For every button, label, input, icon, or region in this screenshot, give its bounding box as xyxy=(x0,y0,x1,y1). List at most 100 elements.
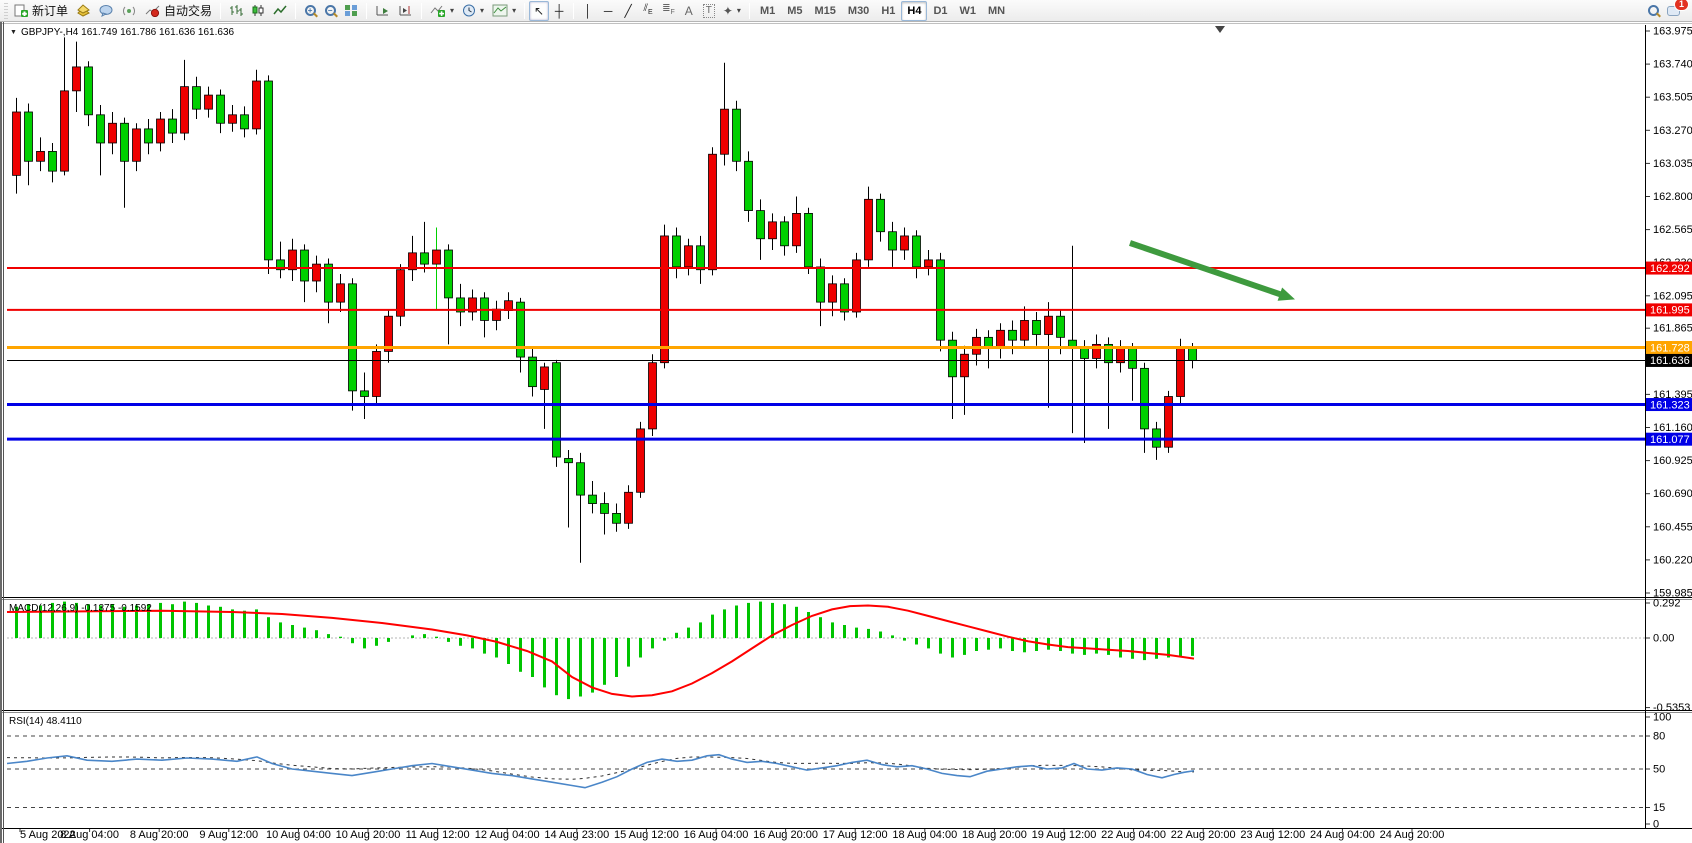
bar-chart-button[interactable] xyxy=(225,1,247,21)
dropdown-arrow-icon: ▾ xyxy=(512,6,516,15)
candle-bear xyxy=(49,151,57,171)
zoom-in-button[interactable]: + xyxy=(300,1,320,21)
time-tick: 19 Aug 12:00 xyxy=(1032,829,1097,841)
cursor-button[interactable]: ↖ xyxy=(529,1,549,21)
candle-bear xyxy=(745,161,753,210)
candle-bull xyxy=(181,87,189,133)
candle-bull xyxy=(1021,320,1029,340)
candle-bull xyxy=(769,222,777,239)
new-order-icon xyxy=(14,4,29,18)
timeframe-h4[interactable]: H4 xyxy=(901,1,927,21)
candlestick-chart-button[interactable] xyxy=(247,1,269,21)
signals-button[interactable] xyxy=(118,1,141,21)
candle-bear xyxy=(937,260,945,340)
notifications-button[interactable]: 1 xyxy=(1663,1,1684,21)
candle-bear xyxy=(781,222,789,246)
zoom-in-icon: + xyxy=(305,5,316,16)
price-tick: 163.270 xyxy=(1653,125,1692,137)
horizontal-line-icon: ─ xyxy=(604,5,613,17)
timeframe-m30[interactable]: M30 xyxy=(842,1,875,21)
toolbar-separator xyxy=(524,3,525,19)
price-tick: 162.565 xyxy=(1653,224,1692,236)
symbol-dropdown-icon[interactable]: ▼ xyxy=(10,29,17,36)
candle-bear xyxy=(25,112,33,161)
price-tick: 160.925 xyxy=(1653,455,1692,467)
vertical-line-button[interactable]: │ xyxy=(578,1,598,21)
candle-bear xyxy=(169,119,177,133)
toolbar-separator xyxy=(421,3,422,19)
indicators-button[interactable]: ▾ xyxy=(426,1,458,21)
candle-bear xyxy=(949,340,957,377)
horizontal-line-button[interactable]: ─ xyxy=(598,1,618,21)
candle-bear xyxy=(421,253,429,264)
horizontal-lines xyxy=(7,268,1645,439)
crosshair-button[interactable]: ┼ xyxy=(549,1,569,21)
timeframe-w1[interactable]: W1 xyxy=(954,1,983,21)
search-icon xyxy=(1648,5,1659,16)
vertical-line-icon: │ xyxy=(584,5,592,17)
search-button[interactable] xyxy=(1643,1,1663,21)
chart-title: ▼GBPJPY-,H4 161.749 161.786 161.636 161.… xyxy=(10,27,234,38)
candle-bear xyxy=(697,246,705,270)
tile-windows-button[interactable] xyxy=(340,1,362,21)
chart-window[interactable]: 163.975163.740163.505163.270163.035162.8… xyxy=(0,22,1692,843)
equidistant-channel-icon: ⫽E xyxy=(644,3,653,19)
fibonacci-button[interactable]: ≣F xyxy=(658,1,679,21)
price-line-label: 161.077 xyxy=(1650,434,1690,446)
dropdown-arrow-icon: ▾ xyxy=(480,6,484,15)
candle-bear xyxy=(733,109,741,161)
candle-bear xyxy=(325,264,333,302)
candle-bull xyxy=(133,129,141,161)
main-toolbar: 新订单 自动交易 + − ▾ ▾ ▾ xyxy=(0,0,1692,22)
timeframe-h1[interactable]: H1 xyxy=(875,1,901,21)
candle-bear xyxy=(241,115,249,129)
candle-bear xyxy=(1033,320,1041,334)
candle-bull xyxy=(373,351,381,396)
fibonacci-icon: ≣F xyxy=(662,3,675,19)
chart-shift-button[interactable] xyxy=(394,1,417,21)
candle-bear xyxy=(613,513,621,523)
candle-bull xyxy=(901,236,909,250)
time-tick: 14 Aug 23:00 xyxy=(544,829,609,841)
chat-button[interactable] xyxy=(95,1,118,21)
text-label-button[interactable]: T xyxy=(699,1,719,21)
candle-bull xyxy=(925,260,933,267)
templates-button[interactable]: ▾ xyxy=(488,1,520,21)
text-label-icon: T xyxy=(703,4,715,18)
periods-button[interactable]: ▾ xyxy=(458,1,488,21)
chart-shift-marker[interactable] xyxy=(1215,26,1225,33)
candle-bear xyxy=(841,284,849,312)
candle-bull xyxy=(109,123,117,143)
price-tick: 163.505 xyxy=(1653,92,1692,104)
time-tick: 10 Aug 04:00 xyxy=(266,829,331,841)
text-button[interactable]: A xyxy=(679,1,699,21)
arrows-button[interactable]: ✦▾ xyxy=(719,1,745,21)
timeframe-m15[interactable]: M15 xyxy=(809,1,842,21)
timeframe-m1[interactable]: M1 xyxy=(754,1,781,21)
auto-scroll-button[interactable] xyxy=(371,1,394,21)
price-tick: 163.035 xyxy=(1653,158,1692,170)
auto-scroll-icon xyxy=(375,4,390,17)
zoom-out-button[interactable]: − xyxy=(320,1,340,21)
line-chart-button[interactable] xyxy=(269,1,291,21)
indicators-icon xyxy=(430,4,446,17)
signals-icon xyxy=(122,4,137,17)
candle-bear xyxy=(913,236,921,267)
trendline-button[interactable]: ╱ xyxy=(618,1,638,21)
autotrading-label: 自动交易 xyxy=(164,2,212,19)
candle-bear xyxy=(193,87,201,110)
candle-bear xyxy=(553,363,561,457)
price-tick: 160.220 xyxy=(1653,554,1692,566)
clock-icon xyxy=(462,4,476,17)
timeframe-d1[interactable]: D1 xyxy=(927,1,953,21)
candle-bear xyxy=(601,504,609,514)
candle-bull xyxy=(157,119,165,143)
quotes-button[interactable] xyxy=(72,1,95,21)
channel-button[interactable]: ⫽E xyxy=(638,1,658,21)
price-line-label: 161.995 xyxy=(1650,305,1690,317)
timeframe-mn[interactable]: MN xyxy=(982,1,1011,21)
candle-bull xyxy=(253,81,261,129)
new-order-button[interactable]: 新订单 xyxy=(10,1,72,21)
autotrading-button[interactable]: 自动交易 xyxy=(141,1,216,21)
timeframe-m5[interactable]: M5 xyxy=(781,1,808,21)
